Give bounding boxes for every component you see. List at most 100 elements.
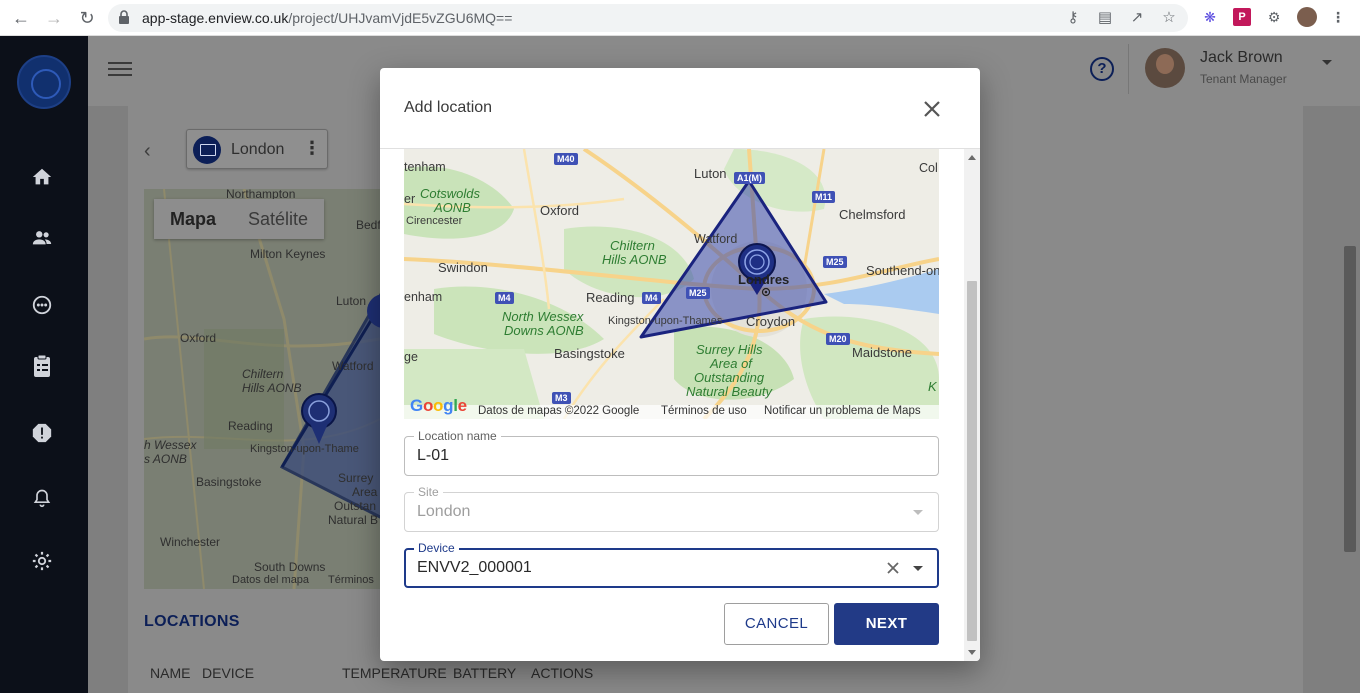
location-name-field[interactable]: Location name L-01	[404, 429, 939, 476]
column-header-temperature: TEMPERATURE	[342, 665, 447, 681]
home-icon[interactable]	[29, 164, 55, 190]
bg-map-label-south-downs: South Downs	[254, 560, 326, 574]
user-menu-caret-icon[interactable]	[1322, 60, 1332, 65]
site-label: Site	[414, 485, 443, 499]
map-label-cotswolds-aonb: AONB	[434, 200, 471, 215]
map-report-link[interactable]: Notificar un problema de Maps	[764, 405, 921, 417]
help-icon[interactable]: ?	[1090, 57, 1114, 81]
map-label-londres: Londres	[738, 272, 790, 287]
map-label-chiltern: Chiltern	[610, 238, 655, 253]
map-data-credit: Datos de mapas ©2022 Google	[478, 405, 640, 417]
google-logo[interactable]: Google	[410, 396, 467, 416]
share-icon[interactable]: ↗	[1128, 9, 1146, 27]
location-name-value[interactable]: L-01	[417, 447, 449, 465]
map-label-maidstone: Maidstone	[852, 345, 912, 360]
star-icon[interactable]: ☆	[1160, 9, 1178, 27]
site-value: London	[417, 503, 471, 520]
map-label-basingstoke: Basingstoke	[554, 346, 625, 361]
dialog-title: Add location	[404, 99, 493, 116]
bg-map-label-outstan: Outstan	[334, 499, 377, 513]
column-header-battery: BATTERY	[453, 665, 517, 681]
bg-map-label-reading: Reading	[228, 419, 273, 433]
settings-icon[interactable]	[29, 548, 55, 574]
cancel-button[interactable]: CANCEL	[724, 603, 829, 645]
menu-hamburger-icon[interactable]	[108, 58, 132, 78]
project-selector[interactable]: London ⋮	[186, 129, 328, 169]
chevron-down-icon	[913, 510, 923, 515]
alert-icon[interactable]	[29, 420, 55, 446]
locations-heading: LOCATIONS	[144, 613, 240, 630]
forward-arrow-icon[interactable]: →	[43, 7, 65, 29]
map-type-toggle: Mapa Satélite	[154, 199, 325, 239]
bg-map-label-bedford: Bedford	[356, 218, 380, 232]
map-terms-link[interactable]: Términos de uso	[661, 405, 747, 417]
browser-menu-icon[interactable]: ⋮	[1329, 8, 1347, 26]
bg-map-label-winchester: Winchester	[160, 535, 221, 549]
map-label-downs-aonb: Downs AONB	[504, 323, 584, 338]
background-map[interactable]: Northampton Bedford Milton Keynes Luton …	[144, 189, 380, 589]
road-shield-m11: M11	[812, 191, 836, 203]
key-icon[interactable]: ⚷	[1064, 9, 1082, 27]
bg-map-footer-terms[interactable]: Términos	[328, 574, 374, 586]
back-chevron-icon[interactable]: ‹	[144, 140, 151, 163]
map-label-natural-beauty: Natural Beauty	[686, 384, 772, 399]
close-icon[interactable]	[920, 97, 944, 121]
bg-map-label-watford: Watford	[332, 359, 374, 373]
map-label-cirencester: Cirencester	[406, 215, 463, 227]
dialog-body: tenham Luton Col Cotswolds AONB er Ciren…	[380, 149, 980, 661]
more-vert-icon[interactable]: ⋮	[303, 138, 321, 159]
map-type-mapa[interactable]: Mapa	[154, 199, 232, 239]
bg-map-label-kingston: Kingston-upon-Thame	[250, 443, 359, 455]
bg-map-label-oxford: Oxford	[180, 331, 217, 345]
scroll-down-arrow-icon[interactable]	[968, 650, 976, 655]
device-select[interactable]: Device ENVV2_000001	[404, 541, 939, 588]
bg-map-label-wessex: h Wessex	[144, 438, 197, 452]
dialog-scrollbar[interactable]	[964, 149, 980, 661]
device-value[interactable]: ENVV2_000001	[417, 559, 532, 577]
column-header-name: NAME	[150, 665, 191, 681]
road-shield-m40: M40	[554, 153, 578, 165]
map-label-area-of: Area of	[710, 356, 752, 371]
map-label-croydon: Croydon	[746, 314, 796, 329]
road-shield-a1m: A1(M)	[734, 172, 765, 184]
header-divider	[1128, 44, 1129, 94]
road-shield-m25-east: M25	[823, 256, 847, 268]
map-label-oxford: Oxford	[540, 203, 580, 218]
back-arrow-icon[interactable]: ←	[10, 7, 32, 29]
target-icon[interactable]	[29, 292, 55, 318]
translate-icon[interactable]: ▤	[1096, 9, 1114, 27]
map-label-outstanding: Outstanding	[694, 370, 765, 385]
next-button[interactable]: NEXT	[834, 603, 939, 645]
reload-icon[interactable]: ↻	[76, 7, 98, 29]
app-logo[interactable]	[17, 55, 71, 109]
bell-icon[interactable]	[29, 485, 55, 511]
user-role: Tenant Manager	[1200, 72, 1287, 86]
clear-icon[interactable]	[886, 561, 900, 575]
map-label-north-wessex: North Wessex	[502, 309, 584, 324]
chevron-down-icon[interactable]	[913, 566, 923, 571]
road-shield-m3: M3	[552, 392, 571, 404]
bg-map-label-surrey: Surrey	[338, 471, 374, 485]
map-label-kingston: Kingston-upon-Thames	[608, 315, 723, 327]
project-name: London	[231, 141, 285, 158]
clipboard-icon[interactable]	[29, 353, 55, 379]
users-icon[interactable]	[29, 225, 55, 251]
location-map[interactable]: tenham Luton Col Cotswolds AONB er Ciren…	[404, 149, 939, 419]
map-label-swindon: Swindon	[438, 260, 488, 275]
profile-avatar-icon[interactable]	[1297, 7, 1317, 27]
scroll-thumb[interactable]	[967, 281, 977, 641]
avatar[interactable]	[1145, 48, 1185, 88]
road-shield-m20: M20	[826, 333, 850, 345]
address-bar[interactable]: app-stage.enview.co.uk/project/UHJvamVjd…	[108, 4, 1188, 32]
bg-map-label-milton-keynes: Milton Keynes	[250, 247, 326, 261]
map-label-tenham: tenham	[404, 160, 446, 174]
map-label-southend: Southend-on	[866, 263, 939, 278]
extension-p-icon[interactable]: P	[1233, 8, 1251, 26]
column-header-device: DEVICE	[202, 665, 255, 681]
scroll-up-arrow-icon[interactable]	[968, 155, 976, 160]
extension-gear-icon[interactable]: ❋	[1201, 8, 1219, 26]
map-label-enham: enham	[404, 290, 443, 304]
map-type-satelite[interactable]: Satélite	[232, 199, 324, 239]
puzzle-icon[interactable]: ⚙	[1265, 8, 1283, 26]
page-scrollbar[interactable]	[1344, 246, 1356, 552]
